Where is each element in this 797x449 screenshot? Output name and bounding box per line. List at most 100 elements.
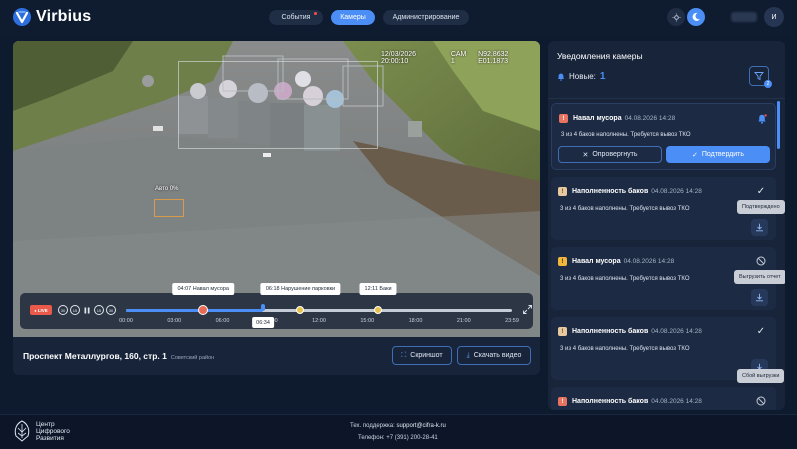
- support-label: Тех. поддержка:: [350, 423, 395, 429]
- new-notifications-row: Новые: 1: [557, 71, 605, 82]
- org-name: Центр Цифрового Развития: [36, 421, 86, 442]
- download-video-button[interactable]: ⤓ Скачать видео: [457, 346, 531, 365]
- timeline-hour-label: 18:00: [408, 318, 423, 324]
- timeline-track[interactable]: [126, 309, 512, 312]
- header: Virbius События Камеры Администрирование…: [0, 0, 797, 34]
- main-nav: События Камеры Администрирование: [269, 10, 469, 25]
- timeline-event-marker[interactable]: [296, 306, 305, 314]
- org-name-line3: Развития: [36, 434, 64, 442]
- pause-button[interactable]: [82, 305, 92, 315]
- timeline-playhead[interactable]: [261, 304, 266, 311]
- timeline-hour-label: 15:00: [360, 318, 375, 324]
- notification-desc: 3 из 4 баков наполнены. Требуется вывоз …: [561, 132, 691, 138]
- tab-cameras[interactable]: Камеры: [331, 10, 375, 25]
- tab-events[interactable]: События: [269, 10, 323, 25]
- camera-video[interactable]: Авто 0% 12/03/2026 20:00:10 CAM 1 N92.86…: [13, 41, 540, 337]
- screenshot-icon: ⛶: [401, 351, 407, 359]
- moon-icon: [692, 12, 700, 21]
- notification-bell-icon: [756, 113, 768, 125]
- confirm-button[interactable]: ✓ Подтвердить: [666, 146, 770, 163]
- timeline-playhead-time: 06:34: [252, 317, 274, 328]
- severity-icon-yellow: !: [558, 257, 567, 266]
- rejected-ban-icon: [755, 255, 767, 267]
- notification-title: Наполненность баков 04.08.2026 14:28: [572, 188, 702, 195]
- timeline-event-marker[interactable]: [198, 305, 209, 315]
- tooltip-export-failed: Сбой выгрузки: [737, 369, 785, 383]
- timeline-hour-label: 12:00: [312, 318, 326, 324]
- notifications-title: Уведомления камеры: [557, 51, 643, 61]
- notifications-scrollbar[interactable]: [777, 101, 780, 149]
- screenshot-label: Скриншот: [410, 352, 443, 359]
- notification-item[interactable]: ! Наполненность баков 04.08.2026 14:28 3 …: [551, 177, 785, 240]
- filter-badge: 2: [764, 80, 772, 88]
- filter-button[interactable]: 2: [749, 66, 772, 88]
- notification-item[interactable]: ! Навал мусора 04.08.2026 14:28 3 из 4 ба…: [551, 247, 785, 310]
- timeline-hour-label: 06:00: [215, 318, 230, 324]
- tooltip-export-report: Выгрузить отчет: [734, 270, 785, 284]
- forward-30-button[interactable]: 30: [106, 305, 116, 315]
- live-label: LIVE: [37, 307, 48, 313]
- tab-events-notification-dot: [314, 12, 317, 15]
- confirm-label: Подтвердить: [701, 151, 745, 158]
- notifications-panel: Уведомления камеры Новые: 1 2 ! Навал му…: [548, 41, 785, 410]
- detection-box-car: [154, 199, 184, 217]
- light-theme-button[interactable]: [667, 8, 685, 26]
- live-button[interactable]: ● LIVE: [30, 305, 52, 315]
- rewind-30-button[interactable]: 30: [58, 305, 68, 315]
- timeline-event-tooltip: 06:18 Нарушение парковки: [260, 283, 341, 295]
- reject-label: Опровергнуть: [592, 151, 638, 158]
- notification-item[interactable]: ! Наполненность баков 04.08.2026 14:28: [551, 387, 776, 410]
- new-label: Новые:: [569, 72, 596, 81]
- tab-administration-label: Администрирование: [392, 14, 460, 21]
- overlay-coords: N92.8632 E01.1873: [478, 51, 509, 65]
- timeline-hours: 00:0003:0006:0009:0012:0015:0018:0021:00…: [119, 318, 519, 326]
- download-video-label: Скачать видео: [473, 352, 522, 359]
- overlay-cam: CAM 1: [450, 51, 467, 65]
- severity-icon-red: !: [559, 114, 568, 123]
- timeline-hour-label: 21:00: [456, 318, 471, 324]
- download-icon: ⤓: [466, 351, 470, 359]
- forward-15-label: 15: [96, 307, 102, 313]
- org-logo: Центр Цифрового Развития: [12, 420, 86, 442]
- user-avatar[interactable]: И: [764, 7, 784, 27]
- notification-title: Навал мусора 04.08.2026 14:28: [573, 115, 676, 122]
- brand-name: Virbius: [36, 8, 92, 25]
- fullscreen-button[interactable]: [523, 305, 532, 314]
- tab-administration[interactable]: Администрирование: [383, 10, 469, 25]
- check-icon: ✓: [691, 151, 698, 159]
- support-phone: Телефон: +7 (391) 200-28-41: [358, 435, 438, 441]
- rejected-ban-icon: [755, 395, 767, 407]
- user-name-blurred: [731, 12, 757, 22]
- timeline-event-marker[interactable]: [374, 306, 383, 314]
- screenshot-button[interactable]: ⛶ Скриншот: [392, 346, 452, 365]
- org-name-line1: Центр: [36, 420, 55, 428]
- expand-icon: [523, 305, 532, 314]
- tab-events-label: События: [281, 14, 311, 21]
- rewind-15-button[interactable]: 15: [70, 305, 80, 315]
- detection-label-auto: Авто 0%: [155, 186, 179, 192]
- tab-cameras-label: Камеры: [340, 14, 366, 21]
- timeline-event-tooltip: 04:07 Навал мусора: [172, 283, 234, 295]
- support-email-link[interactable]: support@cifra-k.ru: [396, 423, 445, 429]
- notification-item[interactable]: ! Наполненность баков 04.08.2026 14:28 3 …: [551, 317, 785, 383]
- download-report-button[interactable]: [751, 289, 768, 306]
- support-contact: Тех. поддержка: support@cifra-k.ru: [350, 423, 446, 429]
- notification-desc: 3 из 4 баков наполнены. Требуется вывоз …: [560, 276, 690, 282]
- confirmed-check-icon: ✓: [756, 185, 766, 197]
- detection-box-dumpsters: [178, 61, 378, 149]
- severity-icon-beige: !: [558, 187, 567, 196]
- reject-button[interactable]: ✕ Опровергнуть: [558, 146, 662, 163]
- download-icon: [756, 293, 763, 302]
- virbius-logo-icon: [13, 8, 31, 26]
- severity-icon-red: !: [558, 397, 567, 406]
- notification-item[interactable]: ! Навал мусора 04.08.2026 14:28 3 из 4 ба…: [551, 103, 776, 170]
- user-initial: И: [771, 13, 777, 21]
- rewind-15-label: 15: [72, 307, 78, 313]
- download-report-button[interactable]: [751, 219, 768, 236]
- forward-15-button[interactable]: 15: [94, 305, 104, 315]
- filter-icon: [754, 72, 764, 81]
- footer: Центр Цифрового Развития Тех. поддержка:…: [0, 414, 797, 449]
- camera-overlay-info: 12/03/2026 20:00:10 CAM 1 N92.8632 E01.1…: [381, 51, 540, 65]
- app-logo[interactable]: Virbius: [12, 7, 91, 27]
- dark-theme-button[interactable]: [687, 8, 705, 26]
